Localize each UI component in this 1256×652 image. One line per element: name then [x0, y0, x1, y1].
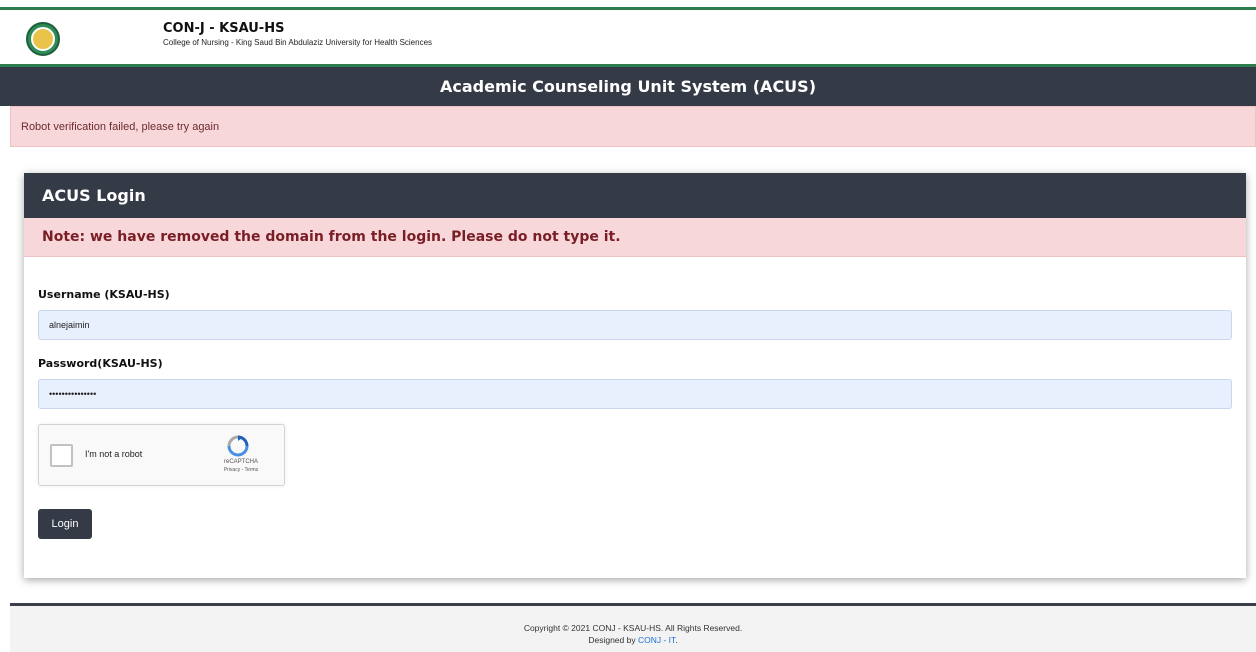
- username-label: Username (KSAU-HS): [38, 288, 170, 301]
- recaptcha-checkbox[interactable]: [50, 444, 73, 467]
- recaptcha-widget: I'm not a robot reCAPTCHA Privacy - Term…: [38, 424, 285, 486]
- login-card: ACUS Login Note: we have removed the dom…: [24, 173, 1246, 578]
- footer-designed-by: Designed by CONJ - IT.: [10, 635, 1256, 645]
- login-note: Note: we have removed the domain from th…: [24, 218, 1246, 257]
- recaptcha-logo-icon: [227, 435, 249, 457]
- app-title-bar: Academic Counseling Unit System (ACUS): [0, 67, 1256, 106]
- org-subtitle: College of Nursing - King Saud Bin Abdul…: [163, 38, 433, 47]
- login-card-title: ACUS Login: [24, 173, 1246, 218]
- recaptcha-brand: reCAPTCHA: [223, 459, 258, 465]
- org-title: CON-J - KSAU-HS: [163, 21, 285, 36]
- site-footer: Copyright © 2021 CONJ - KSAU-HS. All Rig…: [10, 606, 1256, 652]
- recaptcha-label: I'm not a robot: [85, 449, 143, 459]
- error-alert: Robot verification failed, please try ag…: [10, 106, 1256, 147]
- recaptcha-terms-link[interactable]: Privacy - Terms: [211, 467, 271, 473]
- footer-designed-prefix: Designed by: [588, 635, 638, 645]
- college-logo-icon: [26, 22, 60, 56]
- footer-designed-suffix: .: [675, 635, 678, 645]
- login-button[interactable]: Login: [38, 509, 92, 539]
- password-input[interactable]: [38, 379, 1232, 409]
- username-input[interactable]: [38, 310, 1232, 340]
- password-label: Password(KSAU-HS): [38, 357, 163, 370]
- footer-it-link[interactable]: CONJ - IT: [638, 635, 675, 645]
- footer-copyright: Copyright © 2021 CONJ - KSAU-HS. All Rig…: [523, 623, 743, 633]
- site-header: CON-J - KSAU-HS College of Nursing - Kin…: [0, 10, 1256, 65]
